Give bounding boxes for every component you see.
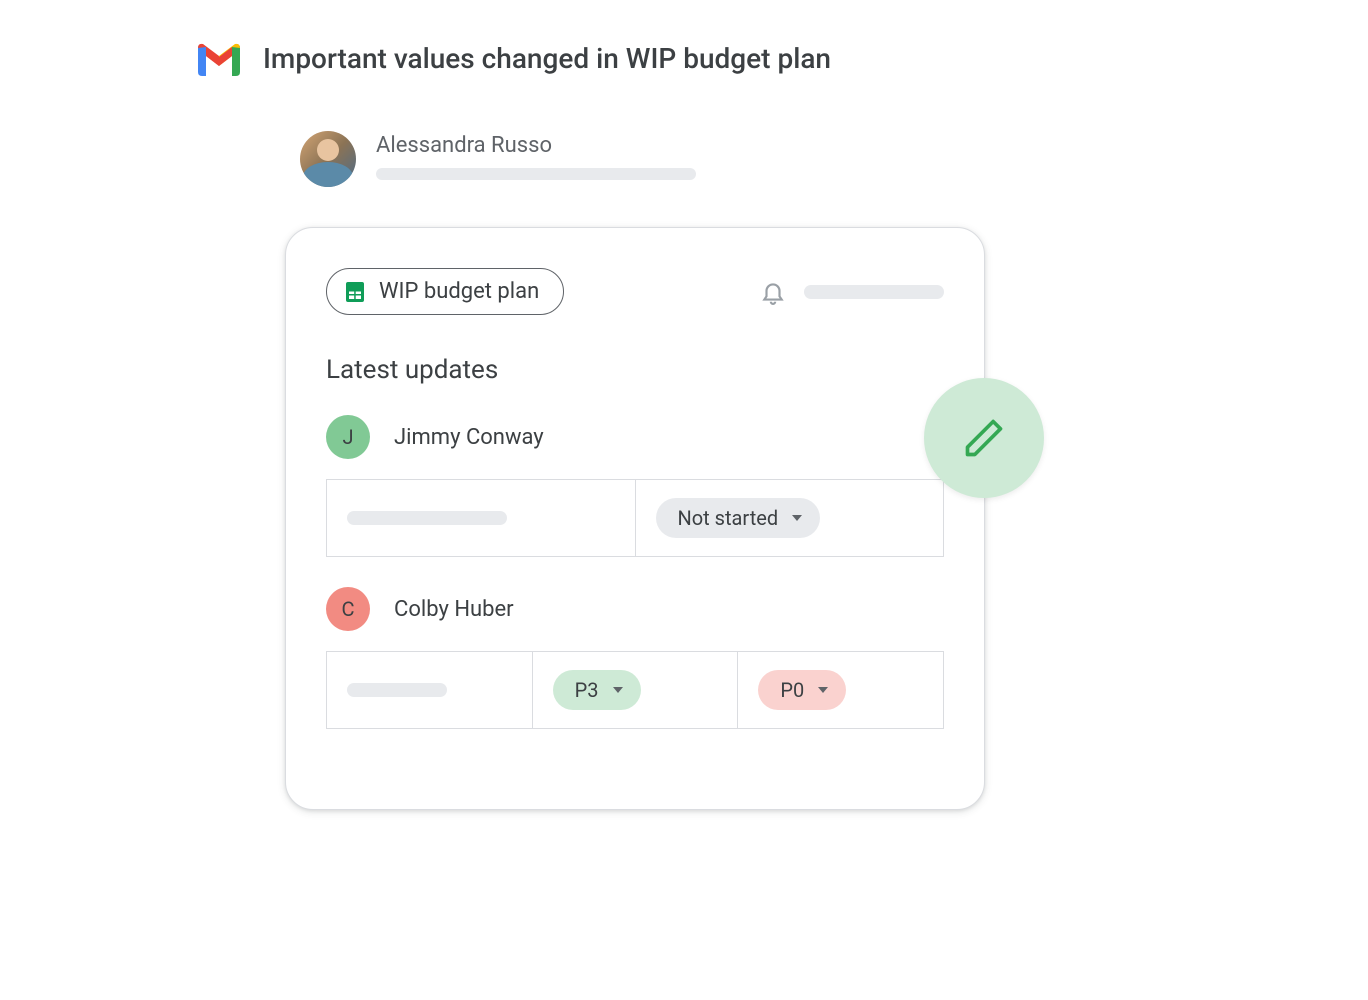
person-initial-badge: J: [326, 415, 370, 459]
text-placeholder: [347, 511, 507, 525]
person-name: Jimmy Conway: [394, 425, 544, 450]
sender-row: Alessandra Russo: [300, 131, 1095, 187]
sender-avatar[interactable]: [300, 131, 356, 187]
file-chip[interactable]: WIP budget plan: [326, 268, 564, 315]
notification-card: WIP budget plan Latest updates J Jimmy C…: [285, 227, 985, 810]
text-placeholder: [804, 285, 944, 299]
update-block: J Jimmy Conway Not started: [326, 415, 944, 557]
chevron-down-icon: [613, 687, 623, 693]
table-cell: Not started: [636, 480, 944, 556]
person-initial-badge: C: [326, 587, 370, 631]
person-name: Colby Huber: [394, 597, 514, 622]
edit-fab[interactable]: [924, 378, 1044, 498]
chevron-down-icon: [792, 515, 802, 521]
update-row: Not started: [326, 479, 944, 557]
gmail-icon: [195, 40, 243, 76]
status-label: Not started: [678, 506, 779, 530]
file-name: WIP budget plan: [379, 279, 539, 304]
bell-icon[interactable]: [760, 279, 786, 305]
sender-name: Alessandra Russo: [376, 133, 696, 158]
pencil-icon: [962, 416, 1006, 460]
chevron-down-icon: [818, 687, 828, 693]
priority-chip[interactable]: P3: [553, 670, 641, 710]
priority-chip[interactable]: P0: [758, 670, 846, 710]
update-row: P3 P0: [326, 651, 944, 729]
sheets-icon: [343, 280, 367, 304]
text-placeholder: [376, 168, 696, 180]
table-cell: P0: [738, 652, 943, 728]
priority-label: P0: [780, 678, 804, 702]
table-cell: [327, 652, 533, 728]
priority-label: P3: [575, 678, 599, 702]
update-block: C Colby Huber P3 P0: [326, 587, 944, 729]
section-title: Latest updates: [326, 355, 944, 385]
table-cell: [327, 480, 636, 556]
email-subject: Important values changed in WIP budget p…: [263, 42, 831, 75]
table-cell: P3: [533, 652, 739, 728]
status-chip[interactable]: Not started: [656, 498, 821, 538]
email-header: Important values changed in WIP budget p…: [195, 40, 1095, 76]
text-placeholder: [347, 683, 447, 697]
